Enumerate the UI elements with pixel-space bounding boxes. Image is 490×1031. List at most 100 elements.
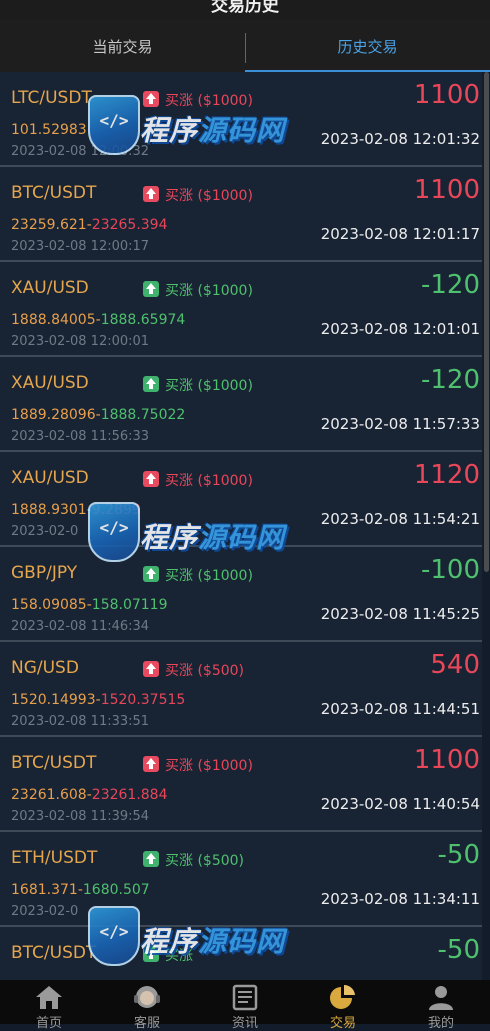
arrow-up-icon <box>143 281 159 297</box>
close-price: 23265.394 <box>91 217 168 233</box>
trade-row[interactable]: XAU/USD 买涨 ($1000) 1888.84005-1888.65974 20… <box>0 262 482 357</box>
trade-pnl: 1100 <box>413 80 480 110</box>
nav-news[interactable]: 资讯 <box>196 980 294 1031</box>
trade-direction-label: 买涨 ($1000) <box>165 758 253 774</box>
trade-history-list[interactable]: LTC/USDT 买涨 ($1000) 101.52983 2023-02-08 12… <box>0 72 490 980</box>
close-price: 158.07119 <box>91 597 168 613</box>
trade-prices: 158.09085-158.07119 <box>11 597 168 613</box>
open-price: 1889.28096 <box>11 407 96 423</box>
trade-row[interactable]: BTC/USDT 买涨 -50 <box>0 927 482 980</box>
trade-pnl: 540 <box>430 650 480 680</box>
close-price: 9.2899 <box>91 502 141 518</box>
trade-pnl: 1100 <box>413 175 480 205</box>
page-title: 交易历史 <box>211 0 279 16</box>
support-icon <box>134 986 160 1008</box>
trade-pnl: -50 <box>437 935 480 965</box>
nav-home-label: 首页 <box>35 1016 62 1031</box>
trade-amount: ($1000) <box>197 188 253 204</box>
open-time: 2023-02-08 11:33:51 <box>11 714 150 729</box>
trade-amount: ($1000) <box>197 378 253 394</box>
close-price: 23261.884 <box>91 787 168 803</box>
home-icon <box>36 986 62 1009</box>
close-time: 2023-02-08 12:01:17 <box>320 225 480 243</box>
close-time: 2023-02-08 11:34:11 <box>320 890 480 908</box>
trade-row[interactable]: XAU/USD 买涨 ($1000) 1888.9301-9.2899 2023-02… <box>0 452 482 547</box>
nav-support[interactable]: 客服 <box>98 980 196 1031</box>
trade-amount: ($1000) <box>197 473 253 489</box>
trade-direction-label: 买涨 ($500) <box>165 853 245 869</box>
scrollbar[interactable] <box>484 72 489 572</box>
trade-prices: 1888.9301-9.2899 <box>11 502 141 518</box>
arrow-up-icon <box>143 756 159 772</box>
arrow-up-icon <box>143 376 159 392</box>
open-price: 23259.621 <box>11 217 87 233</box>
open-time: 2023-02-08 12:00:01 <box>11 334 150 349</box>
trade-direction-label: 买涨 ($1000) <box>165 473 253 489</box>
trade-pnl: -120 <box>420 270 480 300</box>
trade-icon <box>330 984 355 1009</box>
arrow-up-icon <box>143 91 159 107</box>
trade-amount: ($1000) <box>197 758 253 774</box>
open-price: 101.52983 <box>11 122 87 138</box>
trade-pnl: -50 <box>437 840 480 870</box>
close-price: 1520.37515 <box>100 692 186 708</box>
nav-trade[interactable]: 交易 <box>294 980 392 1031</box>
trade-symbol: NG/USD <box>11 658 79 678</box>
trade-row[interactable]: GBP/JPY 买涨 ($1000) 158.09085-158.07119 2023… <box>0 547 482 642</box>
open-time: 2023-02-0 <box>11 524 79 539</box>
trade-row[interactable]: BTC/USDT 买涨 ($1000) 23259.621-23265.394 202… <box>0 167 482 262</box>
trade-symbol: ETH/USDT <box>11 848 98 868</box>
trade-prices: 23259.621-23265.394 <box>11 217 168 233</box>
close-time: 2023-02-08 11:40:54 <box>320 795 480 813</box>
nav-trade-label: 交易 <box>329 1016 356 1031</box>
arrow-up-icon <box>143 851 159 867</box>
close-time: 2023-02-08 11:54:21 <box>320 510 480 528</box>
trade-symbol: GBP/JPY <box>11 563 78 583</box>
trade-row[interactable]: LTC/USDT 买涨 ($1000) 101.52983 2023-02-08 12… <box>0 72 482 167</box>
close-time: 2023-02-08 11:45:25 <box>320 605 480 623</box>
trade-symbol: LTC/USDT <box>11 88 92 108</box>
open-price: 23261.608 <box>11 787 87 803</box>
trade-direction-label: 买涨 <box>165 948 193 964</box>
trade-row[interactable]: XAU/USD 买涨 ($1000) 1889.28096-1888.75022 20… <box>0 357 482 452</box>
open-price: 1681.371 <box>11 882 78 898</box>
tab-bar: 当前交易 历史交易 <box>0 20 490 72</box>
trade-amount: ($1000) <box>197 93 253 109</box>
trade-symbol: BTC/USDT <box>11 753 97 773</box>
arrow-up-icon <box>143 471 159 487</box>
trade-amount: ($500) <box>197 853 245 869</box>
trade-pnl: -120 <box>420 365 480 395</box>
tab-history-trades[interactable]: 历史交易 <box>245 20 490 72</box>
arrow-up-icon <box>143 661 159 677</box>
trade-symbol: XAU/USD <box>11 468 89 488</box>
open-time: 2023-02-08 12:00:17 <box>11 239 150 254</box>
app-header: 交易历史 <box>0 0 490 20</box>
news-icon <box>232 984 258 1011</box>
open-time: 2023-02-08 11:56:33 <box>11 429 150 444</box>
close-time: 2023-02-08 12:01:01 <box>320 320 480 338</box>
trade-symbol: BTC/USDT <box>11 183 97 203</box>
trade-row[interactable]: ETH/USDT 买涨 ($500) 1681.371-1680.507 2023-0… <box>0 832 482 927</box>
trade-amount: ($1000) <box>197 568 253 584</box>
open-time: 2023-02-08 11:39:54 <box>11 809 150 824</box>
trade-amount: ($1000) <box>197 283 253 299</box>
close-time: 2023-02-08 11:44:51 <box>320 700 480 718</box>
trade-prices: 101.52983 <box>11 122 87 138</box>
open-price: 1888.9301 <box>11 502 87 518</box>
trade-pnl: 1120 <box>413 460 480 490</box>
trade-symbol: XAU/USD <box>11 373 89 393</box>
trade-pnl: -100 <box>420 555 480 585</box>
trade-prices: 1681.371-1680.507 <box>11 882 150 898</box>
nav-profile[interactable]: 我的 <box>392 980 490 1031</box>
nav-home[interactable]: 首页 <box>0 980 98 1031</box>
open-time: 2023-02-0 <box>11 904 79 919</box>
trade-prices: 1520.14993-1520.37515 <box>11 692 185 708</box>
trade-row[interactable]: NG/USD 买涨 ($500) 1520.14993-1520.37515 2023… <box>0 642 482 737</box>
close-price: 1888.75022 <box>100 407 186 423</box>
profile-icon <box>429 986 453 1010</box>
tab-current-trades[interactable]: 当前交易 <box>0 20 245 72</box>
trade-row[interactable]: BTC/USDT 买涨 ($1000) 23261.608-23261.884 202… <box>0 737 482 832</box>
trade-direction-label: 买涨 ($1000) <box>165 568 253 584</box>
arrow-up-icon <box>143 186 159 202</box>
nav-profile-label: 我的 <box>427 1016 454 1031</box>
